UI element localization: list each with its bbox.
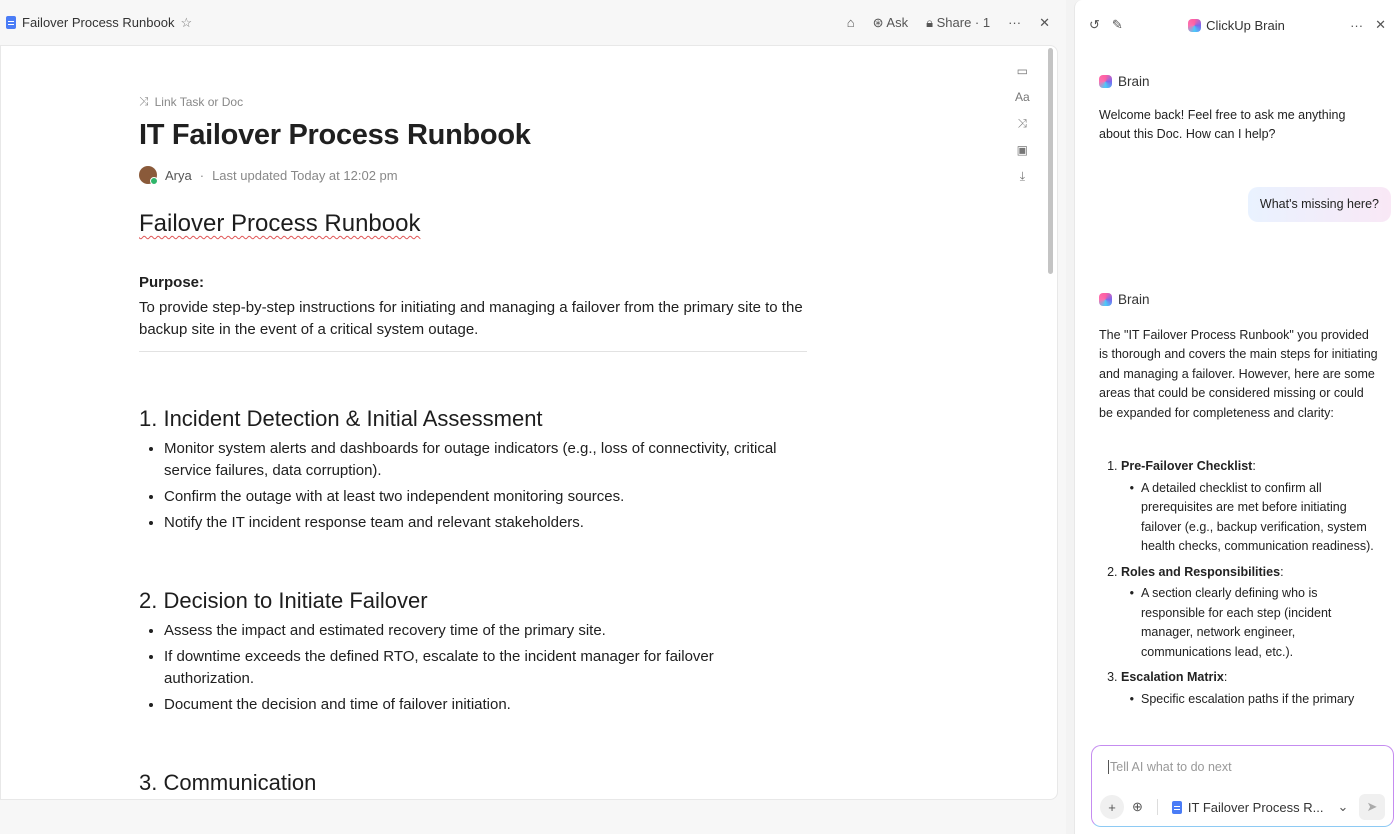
list-item: Assess the impact and estimated recovery… bbox=[164, 620, 807, 642]
brain-sender: Brain bbox=[1099, 290, 1379, 310]
section-heading: 1. Incident Detection & Initial Assessme… bbox=[139, 406, 543, 431]
doc-heading: Failover Process Runbook bbox=[139, 210, 807, 238]
user-message: What's missing here? bbox=[1247, 186, 1391, 222]
list-item: Document the decision and time of failov… bbox=[164, 694, 807, 716]
list-item: Confirm the outage with at least two ind… bbox=[164, 486, 807, 508]
doc-meta: Arya · Last updated Today at 12:02 pm bbox=[139, 166, 807, 185]
link-label: Link Task or Doc bbox=[154, 94, 244, 109]
doc-body: ▭ Aa ⤨ ▣ ⤓ ⤨ Link Task or Doc IT Failover… bbox=[0, 45, 1058, 800]
globe-icon[interactable]: ⊕ bbox=[1132, 799, 1143, 815]
close-icon[interactable]: ✕ bbox=[1375, 17, 1386, 33]
section-heading: 2. Decision to Initiate Failover bbox=[139, 588, 428, 613]
sender-name: Brain bbox=[1118, 292, 1150, 307]
sender-name: Brain bbox=[1118, 74, 1150, 89]
send-button[interactable]: ➤ bbox=[1359, 794, 1385, 820]
ask-button[interactable]: ⊛ Ask bbox=[873, 15, 908, 31]
list-item: Monitor system alerts and dashboards for… bbox=[164, 438, 807, 482]
chevron-down-icon: ⌄ bbox=[1337, 799, 1349, 814]
reply-intro: The "IT Failover Process Runbook" you pr… bbox=[1099, 327, 1378, 420]
add-icon[interactable]: + bbox=[1100, 795, 1124, 819]
section-list: Monitor system alerts and dashboards for… bbox=[139, 438, 807, 534]
prompt-input[interactable]: Tell AI what to do next bbox=[1108, 760, 1232, 774]
doc-icon bbox=[1171, 800, 1182, 814]
avatar[interactable] bbox=[139, 166, 158, 185]
doc-side-toolbar: ▭ Aa ⤨ ▣ ⤓ bbox=[1015, 64, 1030, 184]
brain-logo-icon bbox=[1188, 18, 1202, 32]
doc-icon bbox=[6, 16, 16, 29]
star-icon[interactable]: ☆ bbox=[180, 15, 192, 31]
ask-label: Ask bbox=[886, 14, 909, 30]
share-label: Share · 1 bbox=[936, 14, 991, 30]
doc-heading-text: Failover Process Runbook bbox=[139, 210, 421, 237]
doc-tab-title: Failover Process Runbook bbox=[22, 15, 175, 30]
new-chat-icon[interactable]: ✎ bbox=[1112, 17, 1123, 33]
brain-title: ClickUp Brain bbox=[1188, 18, 1285, 33]
chat-thread: Brain Welcome back! Feel free to ask me … bbox=[1099, 72, 1391, 715]
brain-sender: Brain bbox=[1099, 72, 1379, 92]
author: Arya bbox=[165, 167, 192, 183]
link-icon[interactable]: ⤨ bbox=[1018, 116, 1028, 131]
ai-prompt-box: Tell AI what to do next + ⊕ IT Failover … bbox=[1091, 745, 1394, 827]
section-list: Assess the impact and estimated recovery… bbox=[139, 620, 807, 716]
comment-icon[interactable]: ▭ bbox=[1017, 64, 1028, 78]
brain-title-text: ClickUp Brain bbox=[1206, 17, 1285, 33]
doc-title[interactable]: IT Failover Process Runbook bbox=[139, 119, 807, 152]
point-title: Escalation Matrix bbox=[1121, 670, 1224, 684]
more-icon[interactable]: ··· bbox=[1008, 15, 1021, 30]
reply-point: Escalation Matrix:Specific escalation pa… bbox=[1121, 668, 1379, 709]
divider bbox=[139, 351, 807, 352]
link-task-button[interactable]: ⤨ Link Task or Doc bbox=[139, 94, 807, 109]
brain-logo-icon bbox=[1099, 75, 1112, 89]
context-doc-name: IT Failover Process R... bbox=[1187, 799, 1324, 815]
doc-pane: Failover Process Runbook ☆ ⌂ ⊛ Ask 🔒︎ Sh… bbox=[0, 0, 1066, 834]
point-title: Roles and Responsibilities bbox=[1121, 564, 1281, 579]
link-icon: ⤨ bbox=[139, 94, 149, 108]
point-title: Pre-Failover Checklist bbox=[1121, 459, 1253, 473]
share-button[interactable]: 🔒︎ Share · 1 bbox=[926, 15, 990, 31]
doc-topbar: Failover Process Runbook ☆ ⌂ ⊛ Ask 🔒︎ Sh… bbox=[0, 0, 1066, 45]
point-detail: A section clearly defining who is respon… bbox=[1141, 584, 1379, 662]
doc-tab[interactable]: Failover Process Runbook ☆ bbox=[6, 15, 192, 31]
layout-icon[interactable]: ▣ bbox=[1017, 143, 1028, 157]
more-icon[interactable]: ··· bbox=[1350, 18, 1363, 33]
point-detail: Specific escalation paths if the primary bbox=[1141, 690, 1379, 710]
context-doc-selector[interactable]: IT Failover Process R... ⌄ bbox=[1171, 799, 1349, 815]
purpose-label: Purpose: bbox=[139, 274, 205, 291]
purpose-text: To provide step-by-step instructions for… bbox=[139, 299, 803, 338]
reply-point: Pre-Failover Checklist:A detailed checkl… bbox=[1121, 457, 1379, 557]
last-updated: Last updated Today at 12:02 pm bbox=[212, 167, 398, 183]
reply-point: Roles and Responsibilities:A section cle… bbox=[1121, 563, 1379, 663]
section-heading: 3. Communication bbox=[139, 770, 317, 795]
reply-points: Pre-Failover Checklist:A detailed checkl… bbox=[1099, 457, 1379, 709]
list-item: Notify the IT incident response team and… bbox=[164, 512, 807, 534]
scrollbar[interactable] bbox=[1048, 48, 1053, 274]
close-icon[interactable]: ✕ bbox=[1039, 15, 1050, 31]
brain-logo-icon bbox=[1099, 293, 1112, 307]
brain-panel: ↺ ✎ ClickUp Brain ··· ✕ Brain Welcome ba… bbox=[1074, 0, 1400, 834]
welcome-message: Welcome back! Feel free to ask me anythi… bbox=[1099, 107, 1346, 142]
download-icon[interactable]: ⤓ bbox=[1020, 169, 1025, 184]
point-detail: A detailed checklist to confirm all prer… bbox=[1141, 479, 1379, 557]
list-item: If downtime exceeds the defined RTO, esc… bbox=[164, 646, 807, 690]
font-icon[interactable]: Aa bbox=[1015, 90, 1030, 104]
tag-icon[interactable]: ⌂ bbox=[847, 15, 855, 30]
history-icon[interactable]: ↺ bbox=[1089, 17, 1100, 33]
